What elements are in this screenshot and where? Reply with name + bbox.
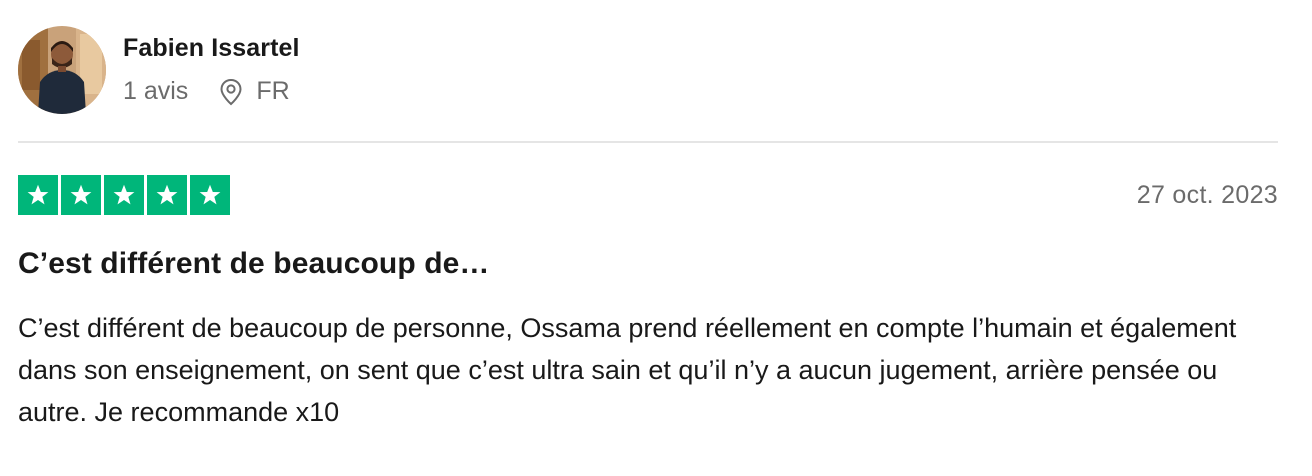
consumer-meta: 1 avis FR <box>123 77 300 106</box>
review-body: C’est différent de beaucoup de personne,… <box>18 313 1237 427</box>
review-card: Fabien Issartel 1 avis FR 27 oct. 2023 C… <box>0 0 1312 476</box>
rating-row: 27 oct. 2023 <box>18 174 1278 216</box>
country-code: FR <box>256 77 290 105</box>
consumer-avatar[interactable] <box>18 26 106 114</box>
review-count: 1 avis <box>123 77 189 105</box>
consumer-info: Fabien Issartel 1 avis FR <box>123 34 300 106</box>
location-pin-icon <box>220 78 242 105</box>
divider <box>18 141 1278 143</box>
star-icon <box>104 175 144 215</box>
consumer-header: Fabien Issartel 1 avis FR <box>18 0 1278 130</box>
star-icon <box>147 175 187 215</box>
star-icon <box>190 175 230 215</box>
review-date: 27 oct. 2023 <box>1136 180 1278 209</box>
star-icon <box>61 175 101 215</box>
review-title[interactable]: C’est différent de beaucoup de… <box>18 247 490 281</box>
avatar-photo-icon <box>18 26 106 114</box>
star-rating <box>18 175 230 215</box>
consumer-name[interactable]: Fabien Issartel <box>123 34 300 63</box>
consumer-location: FR <box>218 77 290 106</box>
star-icon <box>18 175 58 215</box>
